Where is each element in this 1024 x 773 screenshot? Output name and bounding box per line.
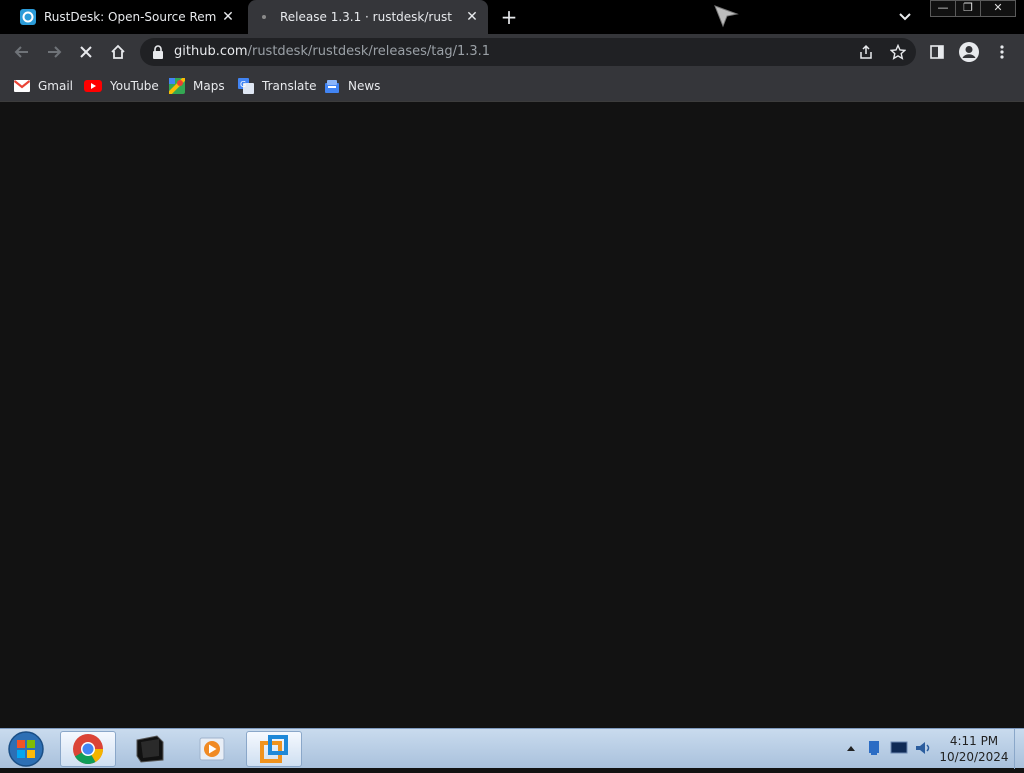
gmail-icon xyxy=(14,80,30,92)
taskbar-remote-desktop[interactable] xyxy=(246,731,302,767)
tab-strip: RustDesk: Open-Source Remote D ✕ Release… xyxy=(0,0,1024,34)
volume-tray-icon[interactable] xyxy=(914,740,932,756)
remote-desktop-icon xyxy=(260,735,288,763)
show-desktop-button[interactable] xyxy=(1014,729,1024,769)
network-tray-icon[interactable] xyxy=(866,740,882,756)
close-window-button[interactable]: ✕ xyxy=(980,0,1016,17)
taskbar-terminal[interactable] xyxy=(122,731,178,767)
taskbar-chrome[interactable] xyxy=(60,731,116,767)
menu-dots-icon[interactable] xyxy=(998,44,1006,60)
bookmark-translate[interactable]: G Translate xyxy=(238,76,317,96)
side-panel-icon[interactable] xyxy=(929,44,945,60)
show-hidden-icons-icon[interactable] xyxy=(846,744,856,752)
clock-time: 4:11 PM xyxy=(949,734,999,748)
forward-arrow-icon xyxy=(48,46,62,58)
restore-button[interactable]: ❐ xyxy=(955,0,981,17)
clock-date: 10/20/2024 xyxy=(939,750,1009,764)
bookmarks-bar: Gmail YouTube Maps G Translate News xyxy=(0,70,1024,102)
bookmark-label: Maps xyxy=(193,79,225,93)
tab-release-page[interactable]: Release 1.3.1 · rustdesk/rustdesk · ✕ xyxy=(248,0,488,34)
bookmark-label: Translate xyxy=(262,79,317,93)
tab-title: RustDesk: Open-Source Remote D xyxy=(44,10,216,24)
tab-search-chevron-icon[interactable] xyxy=(896,8,914,26)
back-button[interactable] xyxy=(10,40,34,64)
url-host: github.com xyxy=(174,44,248,59)
tab-rustdesk-home[interactable]: RustDesk: Open-Source Remote D ✕ xyxy=(12,0,244,34)
taskbar-media-player[interactable] xyxy=(184,731,240,767)
page-content-area[interactable] xyxy=(0,103,1024,728)
forward-button[interactable] xyxy=(42,40,66,64)
close-tab-icon[interactable]: ✕ xyxy=(464,9,480,25)
stop-icon xyxy=(80,46,92,58)
url-path: /rustdesk/rustdesk/releases/tag/1.3.1 xyxy=(247,44,491,59)
start-button[interactable] xyxy=(6,729,48,769)
minimize-button[interactable]: — xyxy=(930,0,956,17)
lock-icon[interactable] xyxy=(152,45,164,59)
home-button[interactable] xyxy=(106,40,130,64)
home-icon xyxy=(111,44,125,59)
new-tab-button[interactable]: + xyxy=(498,6,520,28)
bookmark-label: News xyxy=(348,79,381,93)
address-bar[interactable]: github.com/rustdesk/rustdesk/releases/ta… xyxy=(140,38,916,66)
bookmark-gmail[interactable]: Gmail xyxy=(14,76,73,96)
system-clock[interactable]: 4:11 PM 10/20/2024 xyxy=(936,733,1012,765)
terminal-icon xyxy=(136,735,164,763)
bookmark-youtube[interactable]: YouTube xyxy=(84,76,159,96)
chrome-icon xyxy=(73,734,103,765)
rustdesk-icon xyxy=(20,9,36,25)
youtube-icon xyxy=(84,80,102,92)
maps-icon xyxy=(169,78,185,94)
bookmark-label: Gmail xyxy=(38,79,74,93)
svg-text:G: G xyxy=(240,80,246,89)
url-text: github.com/rustdesk/rustdesk/releases/ta… xyxy=(174,44,490,59)
profile-avatar-icon[interactable] xyxy=(958,41,980,63)
bookmark-news[interactable]: News xyxy=(324,76,380,96)
translate-icon: G xyxy=(238,78,254,94)
windows-orb-icon xyxy=(8,731,44,767)
bookmark-label: YouTube xyxy=(110,79,159,93)
back-arrow-icon xyxy=(14,46,28,58)
stop-loading-button[interactable] xyxy=(74,40,98,64)
share-icon[interactable] xyxy=(858,44,874,60)
mouse-cursor-icon xyxy=(714,5,739,28)
loading-icon xyxy=(262,15,266,19)
taskbar: 4:11 PM 10/20/2024 xyxy=(0,728,1024,769)
display-tray-icon[interactable] xyxy=(890,741,908,755)
news-icon xyxy=(325,80,339,93)
media-player-icon xyxy=(199,737,225,761)
bookmark-maps[interactable]: Maps xyxy=(169,76,225,96)
tab-title: Release 1.3.1 · rustdesk/rustdesk · xyxy=(280,10,452,24)
close-tab-icon[interactable]: ✕ xyxy=(220,9,236,25)
bookmark-star-icon[interactable] xyxy=(890,44,906,60)
